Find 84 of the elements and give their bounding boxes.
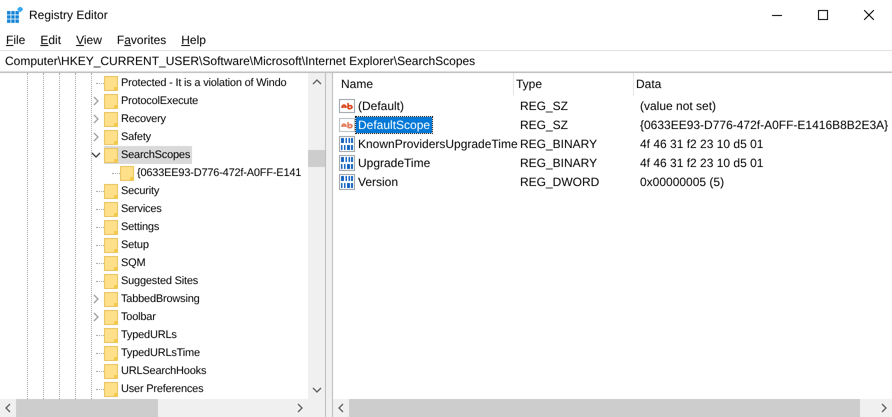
binary-value-icon [339, 136, 355, 152]
scrollbar-thumb[interactable] [308, 150, 325, 167]
folder-icon [104, 183, 118, 199]
app-icon [7, 7, 23, 23]
tree-item[interactable]: Recovery [104, 110, 168, 128]
value-name[interactable]: (Default) [356, 98, 406, 114]
value-type: REG_DWORD [519, 174, 600, 188]
scroll-left-icon[interactable] [5, 403, 11, 413]
maximize-icon [818, 10, 828, 20]
column-header[interactable]: Name [339, 73, 514, 96]
string-value-icon [339, 98, 355, 114]
scrollbar-thumb[interactable] [16, 399, 158, 417]
folder-icon [104, 255, 118, 271]
value-type: REG_SZ [519, 98, 570, 112]
window-title: Registry Editor [29, 8, 108, 22]
close-icon [864, 10, 874, 20]
value-data: 4f 46 31 f2 23 10 d5 01 [639, 136, 764, 150]
binary-value-icon [339, 174, 355, 190]
tree-item[interactable]: Setup [104, 236, 151, 254]
binary-value-icon [339, 154, 355, 170]
folder-icon [104, 363, 118, 379]
scroll-down-icon[interactable] [312, 387, 322, 393]
folder-icon [104, 93, 118, 109]
menu-item[interactable]: Edit [34, 33, 68, 47]
value-name[interactable]: DefaultScope [356, 116, 432, 132]
tree-item[interactable]: TypedURLsTime [104, 344, 202, 362]
value-name[interactable]: Version [356, 174, 400, 190]
tree-item[interactable]: Protected - It is a violation of Windo [104, 74, 288, 92]
scroll-left-icon[interactable] [338, 403, 344, 413]
tree-item[interactable]: TypedURLs [104, 326, 179, 344]
value-type: REG_BINARY [519, 156, 598, 170]
folder-icon [104, 201, 118, 217]
chevron-right-icon[interactable] [92, 132, 100, 142]
tree-item[interactable]: TabbedBrowsing [104, 290, 202, 308]
column-header[interactable]: Data [634, 73, 892, 96]
menu-item[interactable]: Favorites [110, 33, 174, 47]
scroll-right-icon[interactable] [881, 403, 887, 413]
chevron-right-icon[interactable] [92, 294, 100, 304]
folder-icon [104, 291, 118, 307]
menu-item[interactable]: View [70, 33, 109, 47]
folder-icon [104, 345, 118, 361]
value-type: REG_SZ [519, 118, 570, 132]
folder-icon [104, 273, 118, 289]
chevron-down-icon[interactable] [91, 151, 101, 159]
tree-item[interactable]: {0633EE93-D776-472f-A0FF-E141 [120, 164, 304, 182]
folder-icon [104, 309, 118, 325]
menu-item[interactable]: File [0, 33, 32, 47]
string-value-icon [339, 116, 355, 132]
tree-item[interactable]: ProtocolExecute [104, 92, 200, 110]
vertical-scrollbar[interactable] [308, 73, 325, 399]
tree-item[interactable]: SearchScopes [104, 146, 192, 164]
value-data: {0633EE93-D776-472f-A0FF-E1416B8B2E3A} [639, 118, 888, 132]
folder-icon [104, 381, 118, 397]
menu-item[interactable]: Help [175, 33, 213, 47]
folder-icon [104, 147, 118, 163]
address-bar[interactable]: Computer\HKEY_CURRENT_USER\Software\Microsoft\Internet Explorer\SearchScopes [0, 50, 892, 72]
folder-icon [104, 237, 118, 253]
horizontal-scrollbar[interactable] [0, 399, 325, 417]
folder-icon [104, 111, 118, 127]
chevron-right-icon[interactable] [92, 96, 100, 106]
scroll-right-icon[interactable] [297, 403, 303, 413]
scroll-up-icon[interactable] [312, 79, 322, 85]
tree-item[interactable]: Safety [104, 128, 153, 146]
tree-item[interactable]: Toolbar [104, 308, 158, 326]
tree-item[interactable]: Settings [104, 218, 162, 236]
chevron-right-icon[interactable] [92, 114, 100, 124]
tree-item[interactable]: URLSearchHooks [104, 362, 208, 380]
value-name[interactable]: UpgradeTime [356, 154, 432, 170]
tree-item[interactable]: Services [104, 200, 164, 218]
folder-icon [104, 219, 118, 235]
chevron-right-icon[interactable] [92, 312, 100, 322]
value-data: 0x00000005 (5) [639, 174, 724, 188]
folder-icon [120, 165, 134, 181]
value-name[interactable]: KnownProvidersUpgradeTime [356, 136, 520, 152]
tree-item[interactable]: Security [104, 182, 162, 200]
folder-icon [104, 75, 118, 91]
value-data: 4f 46 31 f2 23 10 d5 01 [639, 156, 764, 170]
tree-item[interactable]: SQM [104, 254, 148, 272]
column-header[interactable]: Type [514, 73, 634, 96]
folder-icon [104, 129, 118, 145]
tree-item[interactable]: User Preferences [104, 380, 206, 398]
tree-item[interactable]: Suggested Sites [104, 272, 200, 290]
folder-icon [104, 327, 118, 343]
value-data: (value not set) [639, 98, 716, 112]
